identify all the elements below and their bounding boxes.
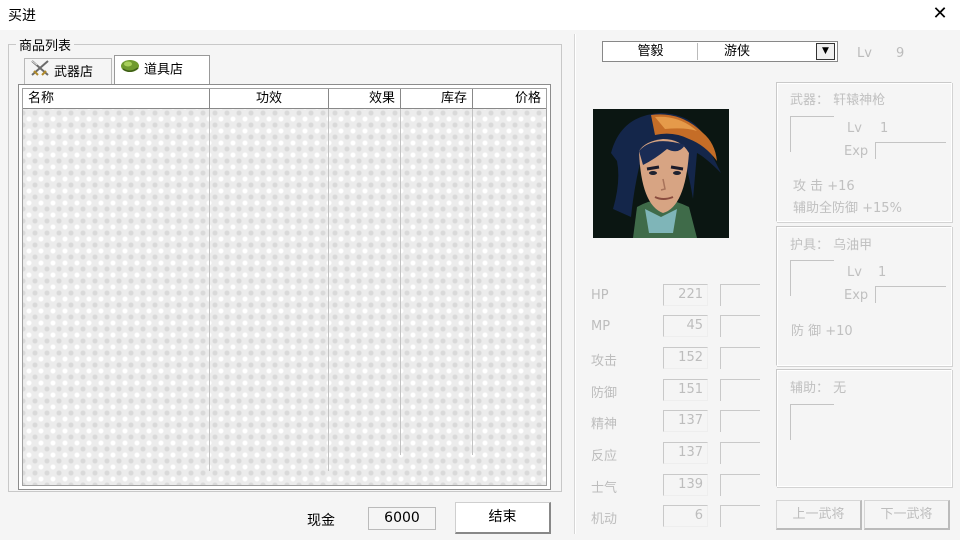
weapon-lv-label: Lv	[847, 121, 862, 136]
column-divider	[472, 109, 473, 455]
cash-label: 现金	[307, 513, 335, 529]
stat-value-reaction: 137	[663, 442, 708, 464]
stat-label-attack: 攻击	[591, 354, 618, 369]
panel-divider	[574, 34, 576, 534]
stat-label-hp: HP	[591, 288, 609, 303]
tab-item-shop[interactable]: 道具店	[114, 55, 210, 84]
product-table[interactable]	[22, 88, 547, 486]
column-header-name[interactable]: 名称	[23, 89, 210, 108]
armor-exp-label: Exp	[844, 288, 869, 303]
column-header-stock[interactable]: 库存	[401, 89, 473, 108]
weapon-slot[interactable]	[790, 116, 834, 152]
weapon-exp-label: Exp	[844, 144, 869, 159]
stat-value-defense: 151	[663, 379, 708, 401]
general-name: 管毅	[604, 43, 698, 60]
crossed-swords-icon	[29, 59, 51, 86]
stat-value-morale: 139	[663, 474, 708, 496]
armor-exp-bar	[875, 286, 946, 303]
stat-delta-spirit	[720, 410, 760, 432]
column-divider	[328, 109, 329, 471]
stat-delta-attack	[720, 347, 760, 369]
stat-label-mobility: 机动	[591, 512, 618, 527]
accessory-slot[interactable]	[790, 404, 834, 440]
tab-weapon-shop[interactable]: 武器店	[24, 58, 112, 84]
stat-label-spirit: 精神	[591, 417, 618, 432]
stat-label-reaction: 反应	[591, 449, 618, 464]
column-header-effect[interactable]: 效果	[329, 89, 401, 108]
armor-slot[interactable]	[790, 260, 834, 296]
next-general-button[interactable]: 下一武将	[864, 500, 950, 530]
armor-title: 护具： 乌油甲	[790, 238, 873, 253]
end-button[interactable]: 结束	[455, 502, 551, 534]
cash-value: 6000	[368, 507, 436, 530]
weapon-lv-value: 1	[880, 121, 889, 136]
general-class: 游侠	[724, 44, 751, 59]
weapon-effect-defense: 辅助全防御 +15%	[793, 201, 902, 216]
close-icon[interactable]: ✕	[928, 2, 952, 26]
stat-delta-defense	[720, 379, 760, 401]
armor-lv-label: Lv	[847, 265, 862, 280]
column-header-function[interactable]: 功效	[210, 89, 329, 108]
weapon-title: 武器： 轩辕神枪	[790, 93, 886, 108]
stat-value-attack: 152	[663, 347, 708, 369]
armor-effect-defense: 防 御 +10	[791, 324, 853, 339]
stat-value-spirit: 137	[663, 410, 708, 432]
stat-value-hp: 221	[663, 284, 708, 306]
stat-delta-hp	[720, 284, 760, 306]
weapon-effect-attack: 攻 击 +16	[793, 179, 855, 194]
herb-pouch-icon	[119, 56, 141, 84]
tab-weapon-shop-label: 武器店	[54, 65, 94, 80]
stat-delta-morale	[720, 474, 760, 496]
tab-item-shop-label: 道具店	[144, 62, 184, 78]
stat-delta-reaction	[720, 442, 760, 464]
level-label: Lv	[857, 46, 872, 61]
stat-label-mp: MP	[591, 319, 611, 334]
column-divider	[209, 109, 210, 471]
window-title: 买进	[8, 8, 36, 24]
stat-label-morale: 士气	[591, 481, 618, 496]
weapon-exp-bar	[875, 142, 946, 159]
prev-general-button[interactable]: 上一武将	[776, 500, 862, 530]
stat-delta-mp	[720, 315, 760, 337]
stat-value-mp: 45	[663, 315, 708, 337]
stat-label-defense: 防御	[591, 386, 618, 401]
armor-lv-value: 1	[878, 265, 887, 280]
hero-portrait-icon	[593, 109, 729, 238]
product-list-label: 商品列表	[16, 35, 75, 54]
stat-delta-mobility	[720, 505, 760, 527]
stat-value-mobility: 6	[663, 505, 708, 527]
column-divider	[400, 109, 401, 455]
chevron-down-icon[interactable]: ▼	[816, 43, 835, 60]
column-header-price[interactable]: 价格	[473, 89, 546, 108]
level-value: 9	[896, 46, 905, 61]
product-table-header: 名称 功效 效果 库存 价格	[23, 89, 546, 109]
accessory-title: 辅助： 无	[790, 381, 847, 396]
title-bar	[0, 0, 960, 30]
